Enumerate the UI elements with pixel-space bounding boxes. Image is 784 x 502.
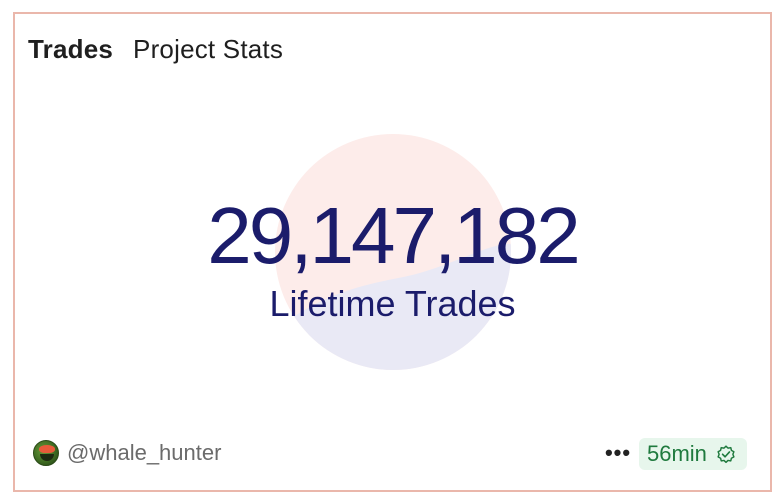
card-header: Trades Project Stats bbox=[28, 34, 283, 65]
card-subtitle: Project Stats bbox=[133, 34, 284, 64]
lifetime-trades-value: 29,147,182 bbox=[207, 191, 580, 280]
lifetime-trades-label: Lifetime Trades bbox=[269, 283, 516, 324]
stat-card: Trades Project Stats 29,147,182 Lifetime… bbox=[13, 12, 772, 492]
frog-avatar-icon bbox=[33, 440, 59, 466]
verified-check-icon bbox=[717, 445, 735, 464]
more-options-button[interactable]: ••• bbox=[605, 440, 631, 465]
time-badge: 56min bbox=[639, 438, 747, 470]
author-link[interactable]: @whale_hunter bbox=[33, 440, 221, 466]
card-title: Trades bbox=[28, 34, 114, 64]
author-username: @whale_hunter bbox=[67, 440, 222, 465]
time-badge-text: 56min bbox=[647, 441, 707, 466]
